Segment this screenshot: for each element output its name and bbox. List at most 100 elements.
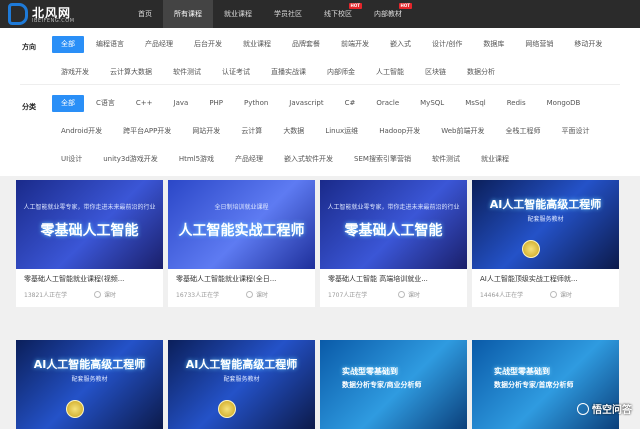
top-navigation-bar: 北风网 IBEIFENG.COM 首页 所有课程 就业课程 学员社区 线下校区H…: [0, 0, 640, 28]
thumbnail-title: 零基础人工智能: [16, 220, 163, 240]
category-tag[interactable]: MongoDB: [538, 95, 590, 112]
thumbnail-subtitle: 数据分析专家/商业分析师: [342, 380, 467, 390]
category-tag[interactable]: Html5游戏: [170, 151, 223, 168]
course-title[interactable]: 零基础人工智能就业课程(视频...: [16, 269, 163, 289]
category-tag[interactable]: Python: [235, 95, 277, 112]
direction-label: 方向: [22, 42, 36, 52]
course-card[interactable]: 实战型零基础到数据分析专家/商业分析师: [320, 340, 467, 429]
direction-tag[interactable]: 云计算大数据: [101, 64, 161, 81]
category-tag[interactable]: 平面设计: [552, 123, 598, 140]
category-tag[interactable]: SEM搜索引擎营销: [345, 151, 420, 168]
course-card[interactable]: AI人工智能高级工程师配套服务教材AI人工智能顶级实战工程师就...14464人…: [472, 180, 619, 307]
category-tag[interactable]: C++: [127, 95, 162, 112]
nav-item-employment-courses[interactable]: 就业课程: [213, 0, 263, 28]
direction-tag[interactable]: 就业课程: [234, 36, 280, 53]
category-tag[interactable]: MySQL: [411, 95, 453, 112]
course-thumbnail[interactable]: AI人工智能高级工程师配套服务教材: [168, 340, 315, 429]
direction-tag[interactable]: 嵌入式: [381, 36, 420, 53]
divider: [20, 84, 620, 85]
category-tag[interactable]: 嵌入式软件开发: [275, 151, 342, 168]
category-tag[interactable]: Linux运维: [316, 123, 367, 140]
category-tag[interactable]: 网站开发: [183, 123, 229, 140]
nav-item-home[interactable]: 首页: [127, 0, 163, 28]
category-tag[interactable]: 全部: [52, 95, 84, 112]
thumbnail-title: AI人工智能高级工程师: [168, 356, 315, 372]
direction-tag[interactable]: 编程语言: [87, 36, 133, 53]
category-tag[interactable]: unity3d游戏开发: [94, 151, 167, 168]
category-tag[interactable]: Javascript: [280, 95, 332, 112]
category-tag[interactable]: Web前端开发: [432, 123, 493, 140]
hot-badge: HOT: [349, 3, 362, 9]
category-tag[interactable]: 产品经理: [226, 151, 272, 168]
category-tag[interactable]: Hadoop开发: [370, 123, 429, 140]
thumbnail-subtitle: 配套服务教材: [16, 374, 163, 383]
category-tag[interactable]: 就业课程: [472, 151, 518, 168]
category-tag[interactable]: Redis: [498, 95, 535, 112]
category-tag[interactable]: PHP: [200, 95, 232, 112]
category-tag[interactable]: 全栈工程师: [496, 123, 549, 140]
course-meta: 16733人正在学课时: [168, 289, 315, 307]
course-title[interactable]: 零基础人工智能 高端培训就业...: [320, 269, 467, 289]
main-nav: 首页 所有课程 就业课程 学员社区 线下校区HOT 内部教材HOT: [127, 0, 413, 28]
direction-tag[interactable]: 游戏开发: [52, 64, 98, 81]
logo-subtext: IBEIFENG.COM: [32, 18, 75, 24]
category-tag[interactable]: C语言: [87, 95, 124, 112]
category-tag[interactable]: 跨平台APP开发: [114, 123, 180, 140]
category-label: 分类: [22, 102, 36, 112]
direction-tag[interactable]: 认证考试: [213, 64, 259, 81]
nav-item-all-courses[interactable]: 所有课程: [163, 0, 213, 28]
course-filter-panel: 方向 全部编程语言产品经理后台开发就业课程品牌套餐前端开发嵌入式设计/创作数据库…: [0, 28, 640, 176]
direction-tag[interactable]: 内部师金: [318, 64, 364, 81]
category-tag[interactable]: 大数据: [274, 123, 313, 140]
play-icon: [398, 291, 405, 298]
direction-tag[interactable]: 前端开发: [332, 36, 378, 53]
course-thumbnail[interactable]: AI人工智能高级工程师配套服务教材: [16, 340, 163, 429]
lesson-info: 课时: [94, 289, 116, 307]
category-tag[interactable]: Oracle: [367, 95, 408, 112]
thumbnail-subtitle: 人工智能就业零专家，带你走进未来最前沿的行业: [16, 202, 163, 211]
direction-tag[interactable]: 后台开发: [185, 36, 231, 53]
course-card[interactable]: 零基础人工智能人工智能就业零专家，带你走进未来最前沿的行业零基础人工智能 高端培…: [320, 180, 467, 307]
category-tag[interactable]: 云计算: [232, 123, 271, 140]
course-card[interactable]: 人工智能实战工程师全日制培训就业课程零基础人工智能就业课程(全日...16733…: [168, 180, 315, 307]
coin-badge-icon: [218, 400, 236, 418]
direction-tag[interactable]: 移动开发: [565, 36, 611, 53]
nav-item-offline-campus[interactable]: 线下校区HOT: [313, 0, 363, 28]
course-card[interactable]: AI人工智能高级工程师配套服务教材: [16, 340, 163, 429]
course-card[interactable]: AI人工智能高级工程师配套服务教材: [168, 340, 315, 429]
course-title[interactable]: AI人工智能顶级实战工程师就...: [472, 269, 619, 289]
nav-item-community[interactable]: 学员社区: [263, 0, 313, 28]
category-tag[interactable]: MsSql: [456, 95, 495, 112]
play-icon: [94, 291, 101, 298]
direction-tag[interactable]: 软件测试: [164, 64, 210, 81]
course-thumbnail[interactable]: 人工智能实战工程师全日制培训就业课程: [168, 180, 315, 269]
direction-tag[interactable]: 数据库: [474, 36, 513, 53]
category-tag[interactable]: 软件测试: [423, 151, 469, 168]
nav-item-internal-materials[interactable]: 内部教材HOT: [363, 0, 413, 28]
course-thumbnail[interactable]: 零基础人工智能 人工智能就业零专家，带你走进未来最前沿的行业: [16, 180, 163, 269]
direction-tag[interactable]: 人工智能: [367, 64, 413, 81]
direction-tag[interactable]: 产品经理: [136, 36, 182, 53]
category-tag[interactable]: Android开发: [52, 123, 111, 140]
play-icon: [550, 291, 557, 298]
direction-tag[interactable]: 区块链: [416, 64, 455, 81]
direction-tag[interactable]: 全部: [52, 36, 84, 53]
course-title[interactable]: 零基础人工智能就业课程(全日...: [168, 269, 315, 289]
thumbnail-title: AI人工智能高级工程师: [16, 356, 163, 372]
category-tag[interactable]: C#: [336, 95, 365, 112]
direction-tag[interactable]: 网络营销: [516, 36, 562, 53]
course-thumbnail[interactable]: AI人工智能高级工程师配套服务教材: [472, 180, 619, 269]
site-logo[interactable]: 北风网 IBEIFENG.COM: [8, 3, 88, 25]
direction-tag[interactable]: 品牌套餐: [283, 36, 329, 53]
direction-tag[interactable]: 设计/创作: [423, 36, 471, 53]
course-thumbnail[interactable]: 零基础人工智能人工智能就业零专家，带你走进未来最前沿的行业: [320, 180, 467, 269]
direction-tag[interactable]: 直播实战课: [262, 64, 315, 81]
lesson-info: 课时: [550, 289, 572, 307]
course-meta: 14464人正在学课时: [472, 289, 619, 307]
course-thumbnail[interactable]: 实战型零基础到数据分析专家/商业分析师: [320, 340, 467, 429]
category-tag[interactable]: UI设计: [52, 151, 91, 168]
category-tag[interactable]: Java: [165, 95, 198, 112]
direction-tag[interactable]: 数据分析: [458, 64, 504, 81]
course-card[interactable]: 零基础人工智能 人工智能就业零专家，带你走进未来最前沿的行业零基础人工智能就业课程…: [16, 180, 163, 307]
thumbnail-subtitle: 数据分析专家/首席分析师: [494, 380, 619, 390]
